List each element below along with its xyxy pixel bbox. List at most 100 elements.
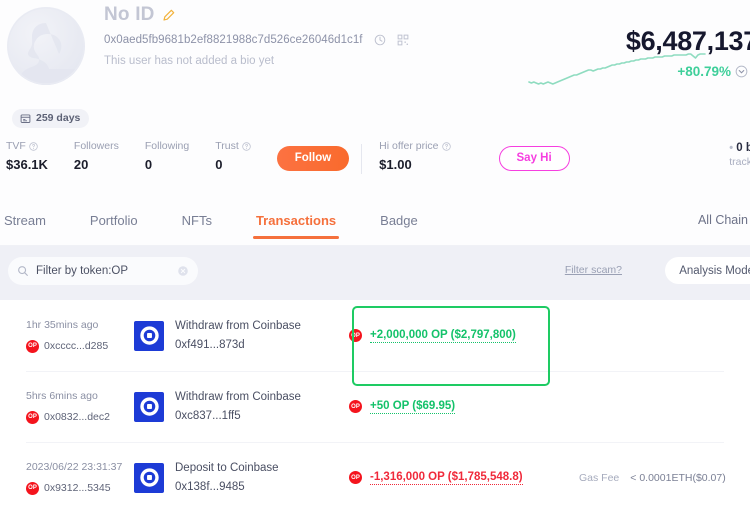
tx-action-label: Withdraw from Coinbase (175, 391, 301, 403)
tab-badge[interactable]: Badge (380, 199, 418, 243)
tx-hash[interactable]: 0x9312...5345 (44, 482, 111, 494)
stat-following[interactable]: Following 0 (145, 140, 189, 172)
coinbase-logo-icon (134, 320, 164, 351)
tx-hash-line[interactable]: OP 0x0832...dec2 (26, 410, 134, 424)
balance-change-pct: +80.79% (677, 64, 731, 79)
copy-icon[interactable] (374, 34, 386, 46)
search-icon (18, 266, 28, 276)
page-title: No ID (104, 4, 155, 25)
op-token-icon: OP (349, 400, 362, 413)
account-age-badge: 259 days (12, 109, 90, 128)
say-hi-button[interactable]: Say Hi (498, 146, 570, 171)
chain-selector[interactable]: All Chain (698, 213, 750, 227)
tab-stream[interactable]: Stream (4, 199, 46, 243)
coinbase-logo-icon (134, 391, 164, 422)
tx-action-label: Deposit to Coinbase (175, 462, 279, 474)
tx-hash-line[interactable]: OP 0xcccc...d285 (26, 339, 134, 353)
tx-counterparty[interactable]: 0x138f...9485 (175, 481, 279, 493)
tx-amount-cell: OP +2,000,000 OP ($2,797,800) (349, 329, 579, 343)
chevron-down-circle-icon[interactable] (735, 65, 748, 78)
filter-scam-link[interactable]: Filter scam? (565, 264, 622, 276)
tab-bar: Stream Portfolio NFTs Transactions Badge… (0, 196, 750, 246)
stat-tvf-label: TVF (6, 140, 26, 152)
stats-row: TVF $36.1K Followers 20 Following 0 Trus… (0, 140, 570, 174)
stat-tvf-label-row: TVF (6, 140, 48, 152)
op-token-icon: OP (26, 339, 39, 353)
table-row[interactable]: 2023/06/22 23:31:37 OP 0x9312...5345 Dep… (0, 442, 750, 513)
stat-trust-value: 0 (215, 157, 223, 172)
tx-timestamp: 2023/06/22 23:31:37 (26, 460, 123, 473)
help-icon[interactable] (441, 141, 451, 151)
tx-timestamp: 5hrs 6mins ago (26, 389, 98, 402)
address-row: 0x0aed5fb9681b2ef8821988c7d526ce26046d1c… (104, 34, 409, 46)
qr-code-icon[interactable] (397, 34, 409, 46)
tx-action-cell: Deposit to Coinbase 0x138f...9485 (134, 462, 349, 493)
bot-tracking-info: • 0 bot tracking (729, 142, 750, 168)
bot-count-row: • 0 bot (729, 142, 750, 154)
profile-header: No ID 0x0aed5fb9681b2ef8821988c7d526ce26… (0, 0, 750, 196)
stat-followers-label-row: Followers (74, 140, 119, 152)
tx-action-text-group: Deposit to Coinbase 0x138f...9485 (175, 462, 279, 493)
stat-trust: Trust 0 (215, 140, 251, 172)
tx-action-text-group: Withdraw from Coinbase 0xc837...1ff5 (175, 391, 301, 422)
help-icon[interactable] (29, 141, 38, 151)
divider (361, 144, 363, 174)
tx-time-cell: 2023/06/22 23:31:37 OP 0x9312...5345 (0, 461, 134, 495)
filter-bar: Filter scam? Analysis Mode (0, 246, 750, 300)
table-row[interactable]: 1hr 35mins ago OP 0xcccc...d285 Withdraw… (0, 300, 750, 371)
transaction-list: 1hr 35mins ago OP 0xcccc...d285 Withdraw… (0, 300, 750, 515)
tx-counterparty[interactable]: 0xf491...873d (175, 339, 301, 351)
tab-portfolio[interactable]: Portfolio (90, 199, 138, 243)
tx-amount-cell: OP -1,316,000 OP ($1,785,548.8) (349, 471, 579, 485)
stat-following-label: Following (144, 140, 190, 152)
stat-following-label-row: Following (145, 140, 189, 152)
tx-amount[interactable]: -1,316,000 OP ($1,785,548.8) (370, 471, 523, 485)
tx-amount[interactable]: +50 OP ($69.95) (370, 400, 456, 414)
stat-trust-label-row: Trust (215, 140, 251, 152)
search-input[interactable] (36, 265, 177, 277)
tx-action-cell: Withdraw from Coinbase 0xc837...1ff5 (134, 391, 349, 422)
follow-button[interactable]: Follow (276, 146, 350, 171)
bot-count-label: 0 bot (736, 142, 750, 154)
help-icon[interactable] (242, 141, 251, 151)
stat-tvf: TVF $36.1K (6, 140, 48, 172)
tab-nfts[interactable]: NFTs (182, 199, 212, 243)
tx-hash[interactable]: 0x0832...dec2 (44, 411, 110, 423)
gas-fee-label: Gas Fee (579, 471, 620, 484)
tx-hash[interactable]: 0xcccc...d285 (44, 340, 108, 352)
pencil-icon[interactable] (162, 9, 175, 22)
tx-time-cell: 5hrs 6mins ago OP 0x0832...dec2 (0, 390, 134, 424)
tx-amount-cell: OP +50 OP ($69.95) (349, 400, 579, 414)
hi-offer-label: Hi offer price (379, 140, 439, 152)
analysis-mode-toggle[interactable]: Analysis Mode (665, 257, 750, 284)
default-avatar-silhouette-icon (7, 7, 85, 85)
profile-page: No ID 0x0aed5fb9681b2ef8821988c7d526ce26… (0, 0, 750, 515)
stat-followers-value: 20 (73, 157, 89, 172)
table-row[interactable]: 5hrs 6mins ago OP 0x0832...dec2 Withdraw… (0, 371, 750, 442)
op-token-icon: OP (26, 410, 39, 424)
tx-amount[interactable]: +2,000,000 OP ($2,797,800) (370, 329, 516, 343)
op-token-icon: OP (26, 481, 39, 495)
chain-selector-label: All Chain (697, 213, 748, 227)
hi-offer-value: $1.00 (379, 157, 412, 172)
avatar[interactable] (7, 7, 85, 85)
stat-trust-label: Trust (215, 140, 239, 152)
coinbase-logo-icon (134, 462, 164, 493)
stat-followers[interactable]: Followers 20 (74, 140, 119, 172)
tabs: Stream Portfolio NFTs Transactions Badge (0, 199, 440, 243)
identity-block: No ID 0x0aed5fb9681b2ef8821988c7d526ce26… (104, 4, 409, 67)
token-filter-box[interactable] (8, 257, 198, 285)
tx-action-label: Withdraw from Coinbase (175, 320, 301, 332)
clear-circle-icon[interactable] (177, 265, 189, 277)
tx-timestamp: 1hr 35mins ago (26, 318, 99, 331)
bot-tracking-label: tracking (729, 156, 750, 168)
stat-hi-offer-price: Hi offer price $1.00 (379, 140, 451, 172)
tx-action-cell: Withdraw from Coinbase 0xf491...873d (134, 320, 349, 351)
wallet-address[interactable]: 0x0aed5fb9681b2ef8821988c7d526ce26046d1c… (104, 34, 363, 46)
gas-fee-value: < 0.0001ETH($0.07) (630, 471, 726, 484)
tab-transactions[interactable]: Transactions (252, 199, 340, 243)
tx-counterparty[interactable]: 0xc837...1ff5 (175, 410, 301, 422)
stat-tvf-value: $36.1K (6, 157, 48, 172)
tx-time-cell: 1hr 35mins ago OP 0xcccc...d285 (0, 319, 134, 353)
tx-hash-line[interactable]: OP 0x9312...5345 (26, 481, 134, 495)
